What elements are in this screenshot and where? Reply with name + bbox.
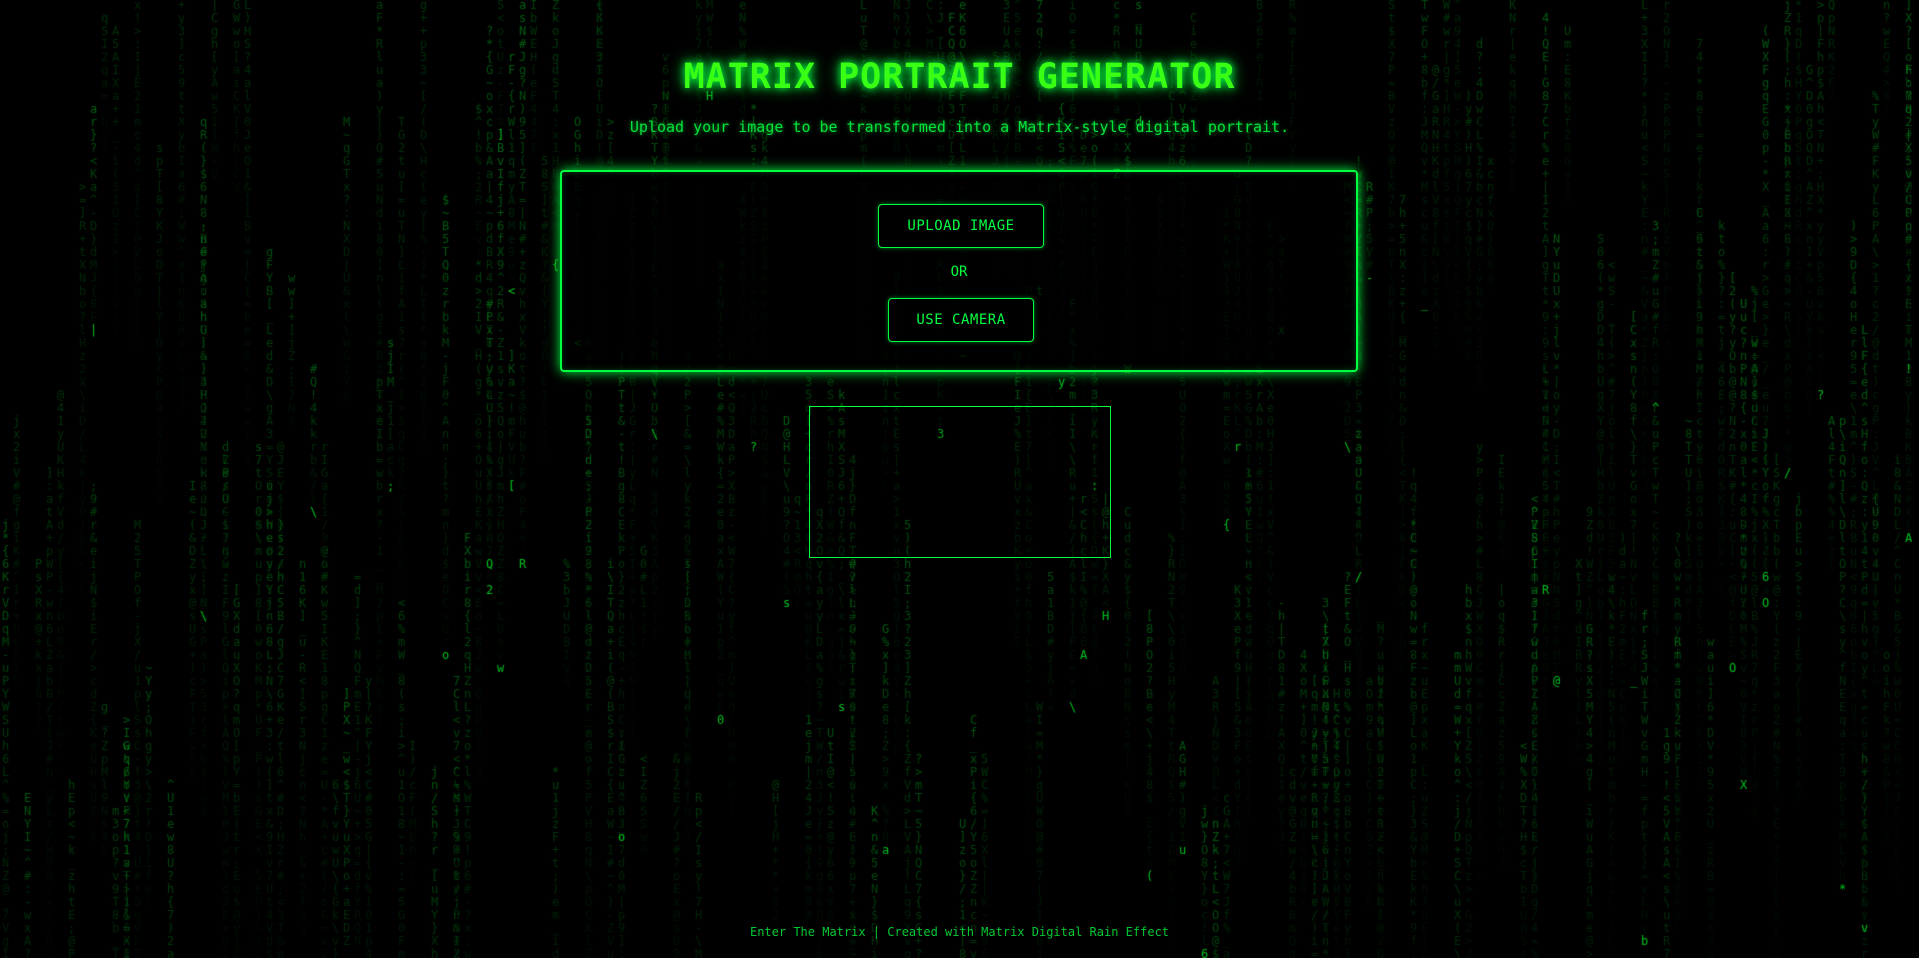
page-subtitle: Upload your image to be transformed into… bbox=[629, 118, 1290, 136]
page-title: MATRIX PORTRAIT GENERATOR bbox=[683, 57, 1236, 97]
matrix-page: MATRIX PORTRAIT GENERATOR Upload your im… bbox=[0, 0, 1919, 958]
use-camera-button[interactable]: USE CAMERA bbox=[888, 298, 1034, 342]
main-content: MATRIX PORTRAIT GENERATOR Upload your im… bbox=[0, 0, 1919, 958]
upload-panel: UPLOAD IMAGE OR USE CAMERA bbox=[560, 170, 1358, 372]
footer-text: Enter The Matrix | Created with Matrix D… bbox=[749, 925, 1170, 939]
or-separator: OR bbox=[950, 264, 968, 280]
portrait-preview-area bbox=[809, 406, 1111, 558]
upload-image-button[interactable]: UPLOAD IMAGE bbox=[878, 204, 1044, 248]
